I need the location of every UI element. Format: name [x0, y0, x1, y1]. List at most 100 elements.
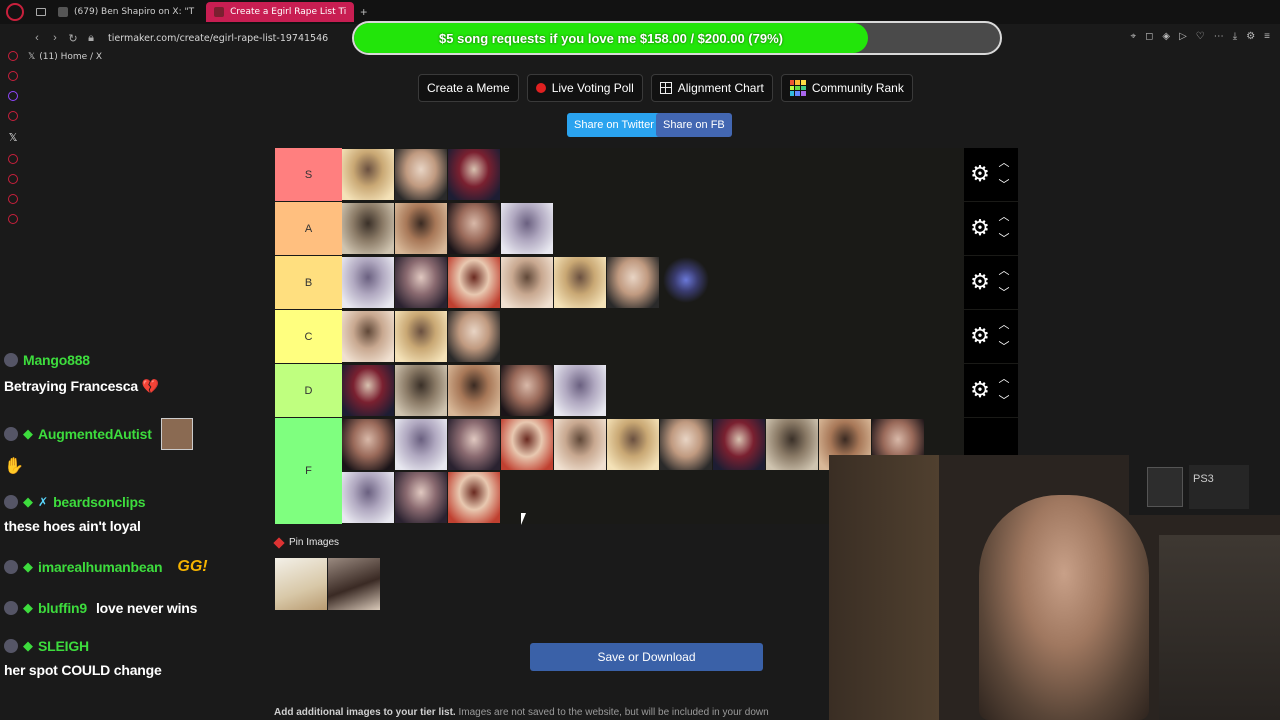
gear-icon[interactable]: ⚙ — [968, 378, 992, 402]
sidebar-player-icon[interactable] — [8, 154, 18, 164]
download-icon[interactable]: ⤓ — [1233, 31, 1237, 42]
share-facebook-button[interactable]: Share on FB — [656, 113, 732, 137]
tier-label[interactable]: F — [275, 418, 342, 524]
gear-icon[interactable]: ⚙ — [968, 162, 992, 186]
chevron-up-icon[interactable]: ︿ — [998, 370, 1010, 386]
create-meme-button[interactable]: Create a Meme — [418, 74, 519, 102]
workspace-icon[interactable] — [36, 8, 46, 16]
tier-image[interactable] — [501, 365, 553, 416]
tier-image[interactable] — [342, 149, 394, 200]
forward-icon[interactable]: › — [46, 32, 64, 44]
tier-image[interactable] — [501, 257, 553, 308]
tier-image[interactable] — [501, 203, 553, 254]
tier-images-row[interactable] — [342, 310, 964, 363]
sidebar-x-icon[interactable]: 𝕏 — [9, 131, 18, 144]
chevron-down-icon[interactable]: ﹀ — [998, 284, 1010, 300]
bookmark-icon[interactable]: ⌖ — [1130, 31, 1136, 42]
tier-images-row[interactable] — [342, 256, 964, 309]
sidebar-pinboard-icon[interactable] — [8, 51, 18, 61]
alignment-chart-button[interactable]: Alignment Chart — [650, 74, 773, 102]
pin-images-toggle[interactable]: Pin Images — [273, 536, 339, 549]
tier-image[interactable] — [395, 257, 447, 308]
tier-image[interactable] — [342, 472, 394, 523]
tier-image[interactable] — [448, 419, 500, 470]
tier-image[interactable] — [554, 365, 606, 416]
heart-icon[interactable]: ♡ — [1196, 31, 1205, 42]
tier-image[interactable] — [395, 419, 447, 470]
sidebar-chat-icon[interactable] — [8, 194, 18, 204]
tier-image[interactable] — [607, 419, 659, 470]
tier-label[interactable]: A — [275, 202, 342, 255]
tier-image[interactable] — [554, 419, 606, 470]
tier-image[interactable] — [342, 203, 394, 254]
chevron-down-icon[interactable]: ﹀ — [998, 230, 1010, 246]
chevron-up-icon[interactable]: ︿ — [998, 316, 1010, 332]
url-field[interactable]: tiermaker.com/create/egirl-rape-list-197… — [108, 33, 328, 44]
tab-ben-shapiro[interactable]: (679) Ben Shapiro on X: "T — [50, 2, 202, 22]
tier-image[interactable] — [660, 257, 712, 308]
chevron-down-icon[interactable]: ﹀ — [998, 176, 1010, 192]
sidebar-messenger-icon[interactable] — [8, 71, 18, 81]
tier-image[interactable] — [501, 419, 553, 470]
gear-icon[interactable]: ⚙ — [968, 270, 992, 294]
share-twitter-button[interactable]: Share on Twitter — [567, 113, 661, 137]
tier-images-row[interactable] — [342, 364, 964, 417]
tab-tiermaker[interactable]: Create a Egirl Rape List Ti — [206, 2, 355, 22]
tier-image[interactable] — [395, 365, 447, 416]
sidebar-percent-icon[interactable] — [8, 111, 18, 121]
tier-label[interactable]: B — [275, 256, 342, 309]
tier-label[interactable]: C — [275, 310, 342, 363]
chevron-up-icon[interactable]: ︿ — [998, 154, 1010, 170]
sidebar-twitch-icon[interactable] — [8, 91, 18, 101]
tier-label[interactable]: D — [275, 364, 342, 417]
tier-image[interactable] — [448, 365, 500, 416]
tier-image[interactable] — [448, 472, 500, 523]
snapshot-icon[interactable]: ◻ — [1145, 31, 1153, 42]
unranked-image[interactable] — [275, 558, 327, 610]
footnote-bold[interactable]: Add additional images to your tier list. — [274, 707, 456, 718]
opera-logo-icon[interactable] — [6, 3, 24, 21]
unranked-image[interactable] — [328, 558, 380, 610]
tier-image[interactable] — [342, 419, 394, 470]
community-rank-button[interactable]: Community Rank — [780, 74, 913, 102]
tier-image[interactable] — [395, 472, 447, 523]
tier-image[interactable] — [554, 257, 606, 308]
tier-image[interactable] — [448, 311, 500, 362]
tier-image[interactable] — [342, 311, 394, 362]
tier-image[interactable] — [448, 149, 500, 200]
tier-image[interactable] — [395, 311, 447, 362]
tier-image[interactable] — [395, 203, 447, 254]
sidebar-settings-icon[interactable] — [8, 214, 18, 224]
chevron-up-icon[interactable]: ︿ — [998, 208, 1010, 224]
play-icon[interactable]: ▷ — [1179, 31, 1187, 42]
tier-image[interactable] — [713, 419, 765, 470]
tier-image[interactable] — [448, 257, 500, 308]
new-tab-icon[interactable]: + — [360, 5, 367, 19]
gear-icon[interactable]: ⚙ — [968, 324, 992, 348]
chat-text: these hoes ain't loyal — [4, 518, 141, 534]
tier-image[interactable] — [448, 203, 500, 254]
shield-icon[interactable]: ◈ — [1162, 31, 1170, 42]
extensions-icon[interactable]: ⋯ — [1214, 31, 1224, 42]
chevron-up-icon[interactable]: ︿ — [998, 262, 1010, 278]
gear-icon[interactable]: ⚙ — [968, 216, 992, 240]
tier-images-row[interactable] — [342, 148, 964, 201]
chevron-down-icon[interactable]: ﹀ — [998, 338, 1010, 354]
back-icon[interactable]: ‹ — [28, 32, 46, 44]
tier-image[interactable] — [660, 419, 712, 470]
tier-image[interactable] — [607, 257, 659, 308]
live-voting-poll-button[interactable]: Live Voting Poll — [526, 74, 643, 102]
tier-image[interactable] — [342, 257, 394, 308]
tier-image[interactable] — [395, 149, 447, 200]
bookmark-home-x[interactable]: 𝕏 (11) Home / X — [28, 52, 102, 68]
save-download-button[interactable]: Save or Download — [530, 643, 763, 671]
tier-images-row[interactable] — [342, 202, 964, 255]
tier-image[interactable] — [766, 419, 818, 470]
chevron-down-icon[interactable]: ﹀ — [998, 392, 1010, 408]
tier-image[interactable] — [342, 365, 394, 416]
tier-label[interactable]: S — [275, 148, 342, 201]
settings-icon[interactable]: ⚙ — [1246, 31, 1255, 42]
reload-icon[interactable]: ↻ — [64, 32, 82, 45]
menu-icon[interactable]: ≡ — [1264, 31, 1270, 42]
sidebar-history-icon[interactable] — [8, 174, 18, 184]
